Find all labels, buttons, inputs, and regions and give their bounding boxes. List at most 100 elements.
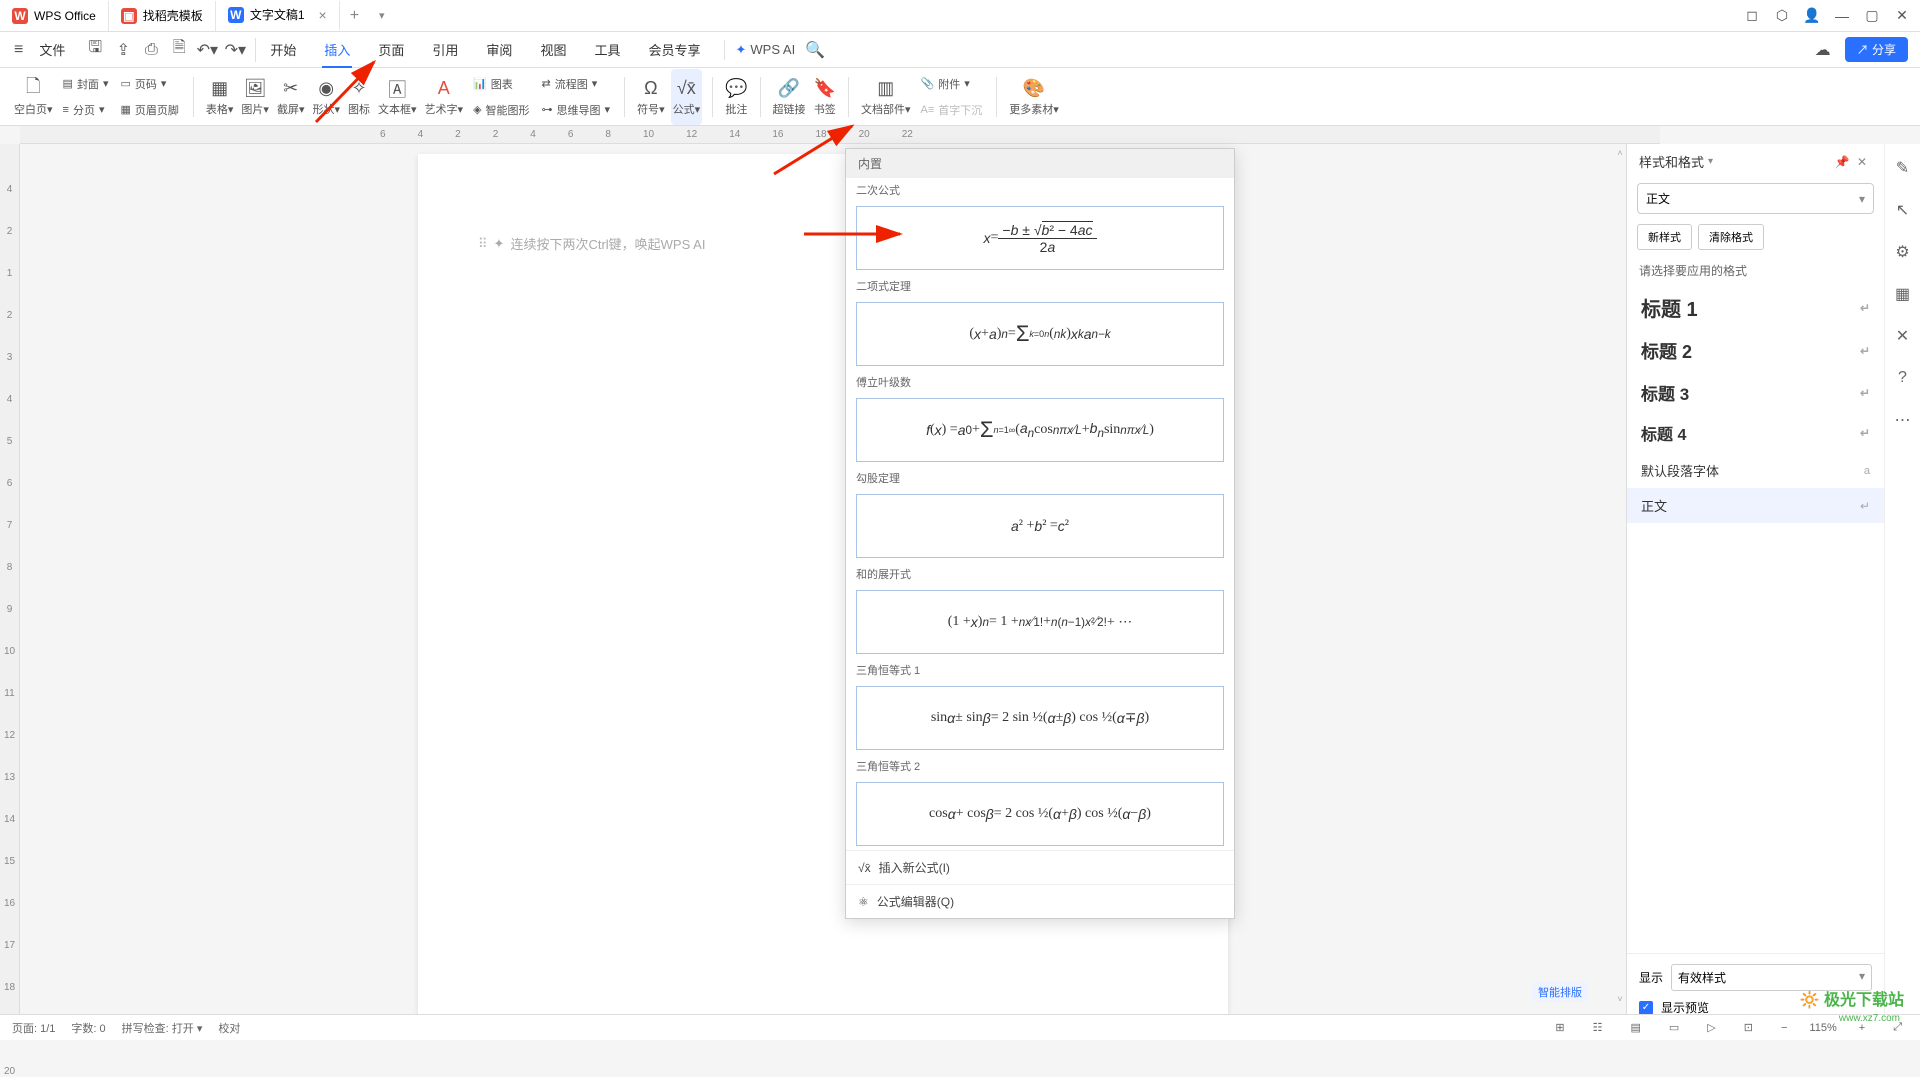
equation-preset[interactable]: (1 + x)n = 1 + nx⁄1! + n(n−1)x²⁄2! + ⋯ [856, 590, 1224, 654]
window-pin-icon[interactable]: ◻ [1738, 2, 1766, 30]
menu-reference[interactable]: 引用 [418, 32, 472, 68]
print-icon[interactable]: ⎙ [139, 38, 163, 62]
menu-insert[interactable]: 插入 [310, 32, 364, 68]
maximize-icon[interactable]: ▢ [1858, 2, 1886, 30]
print-preview-icon[interactable]: 🗎 [167, 38, 191, 62]
zoom-level[interactable]: 115% [1809, 1022, 1836, 1034]
new-tab-button[interactable]: + [340, 7, 369, 25]
tab-menu-button[interactable]: ▾ [369, 9, 395, 22]
equation-editor[interactable]: ⚛ 公式编辑器(Q) [846, 884, 1234, 918]
hamburger-icon[interactable]: ≡ [8, 41, 29, 59]
clear-format-button[interactable]: 清除格式 [1698, 224, 1764, 250]
header-footer-button[interactable]: ▦页眉页脚 [116, 98, 182, 122]
menu-tools[interactable]: 工具 [580, 32, 634, 68]
close-panel-icon[interactable]: ✕ [1852, 155, 1872, 169]
style-item[interactable]: 标题 3↵ [1627, 372, 1884, 413]
table-button[interactable]: ▦表格▾ [204, 69, 236, 125]
equation-preset[interactable]: x = −b ± √b² − 4ac2a [856, 206, 1224, 270]
view-focus-icon[interactable]: ▷ [1701, 1021, 1721, 1034]
flowchart-button[interactable]: ⇄流程图▾ [538, 72, 615, 96]
preview-checkbox[interactable]: ✓ [1639, 1001, 1653, 1015]
shape-button[interactable]: ◉形状▾ [310, 69, 342, 125]
equation-preset[interactable]: (x + a)n = Σk=0n (nk) xkan−k [856, 302, 1224, 366]
status-spellcheck[interactable]: 拼写检查: 打开 ▾ [122, 1020, 203, 1036]
wordart-button[interactable]: A艺术字▾ [423, 69, 466, 125]
cover-button[interactable]: ▤封面▾ [59, 72, 113, 96]
drag-handle-icon[interactable]: ⠿ [478, 236, 488, 252]
settings-sidebar-icon[interactable]: ⚙ [1891, 240, 1915, 264]
chevron-down-icon[interactable]: ▾ [1708, 156, 1713, 167]
equation-preset[interactable]: f(x) = a0 + Σn=1∞ (an cos nπx⁄L + bn sin… [856, 398, 1224, 462]
pagebreak-button[interactable]: ≡分页▾ [59, 98, 113, 122]
zoom-out-icon[interactable]: − [1775, 1022, 1793, 1034]
view-web-icon[interactable]: ⊞ [1549, 1021, 1570, 1034]
view-outline-icon[interactable]: ☷ [1587, 1021, 1609, 1034]
image-button[interactable]: 🖼图片▾ [239, 69, 271, 125]
scroll-up-icon[interactable]: ˄ [1615, 148, 1625, 158]
blank-page-button[interactable]: 🗋 空白页▾ [12, 69, 55, 125]
smart-layout-button[interactable]: 智能排版 [1532, 982, 1588, 1002]
save-icon[interactable]: 🖫 [83, 38, 107, 62]
hyperlink-button[interactable]: 🔗超链接 [771, 69, 808, 125]
avatar-icon[interactable]: 👤 [1798, 2, 1826, 30]
cloud-icon[interactable]: ☁ [1811, 38, 1835, 62]
export-icon[interactable]: ⇪ [111, 38, 135, 62]
equation-preset[interactable]: sin α ± sin β = 2 sin ½(α ± β) cos ½(α ∓… [856, 686, 1224, 750]
file-menu[interactable]: 文件 [29, 40, 75, 59]
equation-preset[interactable]: a² + b² = c² [856, 494, 1224, 558]
pin-icon[interactable]: 📌 [1832, 155, 1852, 169]
close-icon[interactable]: × [319, 7, 327, 23]
menu-view[interactable]: 视图 [526, 32, 580, 68]
undo-icon[interactable]: ↶▾ [195, 38, 219, 62]
scroll-down-icon[interactable]: ˅ [1615, 994, 1625, 1004]
icon-button[interactable]: ✧图标 [346, 69, 372, 125]
style-item[interactable]: 标题 4↵ [1627, 413, 1884, 453]
equation-button[interactable]: √x̄公式▾ [671, 69, 703, 125]
view-read-icon[interactable]: ▭ [1663, 1021, 1685, 1034]
insert-new-equation[interactable]: √x̄ 插入新公式(I) [846, 850, 1234, 884]
menu-start[interactable]: 开始 [256, 32, 310, 68]
style-item[interactable]: 默认段落字体a [1627, 453, 1884, 488]
doc-parts-button[interactable]: ▥文档部件▾ [859, 69, 913, 125]
status-words[interactable]: 字数: 0 [71, 1020, 105, 1036]
cube-icon[interactable]: ⬡ [1768, 2, 1796, 30]
tab-document[interactable]: W 文字文稿1 × [216, 1, 340, 31]
more-assets-button[interactable]: 🎨更多素材▾ [1007, 69, 1061, 125]
textbox-button[interactable]: 🄰文本框▾ [376, 69, 419, 125]
help-sidebar-icon[interactable]: ? [1891, 366, 1915, 390]
comment-button[interactable]: 💬批注 [723, 69, 749, 125]
menu-member[interactable]: 会员专享 [634, 32, 714, 68]
share-button[interactable]: ↗ 分享 [1845, 37, 1908, 62]
tab-templates[interactable]: ▣ 找稻壳模板 [109, 1, 216, 31]
wps-ai-button[interactable]: ✦ WPS AI [735, 42, 795, 58]
attachment-button[interactable]: 📎附件▾ [917, 72, 987, 96]
bookmark-button[interactable]: 🔖书签 [812, 69, 838, 125]
style-item[interactable]: 标题 1↵ [1627, 285, 1884, 330]
new-style-button[interactable]: 新样式 [1637, 224, 1692, 250]
layers-sidebar-icon[interactable]: ▦ [1891, 282, 1915, 306]
tools-sidebar-icon[interactable]: ✕ [1891, 324, 1915, 348]
smartart-button[interactable]: ◈智能图形 [469, 98, 533, 122]
search-icon[interactable]: 🔍 [803, 38, 827, 62]
tab-wps[interactable]: W WPS Office [0, 1, 109, 31]
mindmap-button[interactable]: ⊶思维导图▾ [538, 98, 615, 122]
fit-page-icon[interactable]: ⊡ [1738, 1021, 1759, 1034]
status-page[interactable]: 页面: 1/1 [12, 1020, 55, 1036]
style-item[interactable]: 正文↵ [1627, 488, 1884, 523]
status-proofing[interactable]: 校对 [218, 1020, 240, 1036]
style-item[interactable]: 标题 2↵ [1627, 330, 1884, 372]
menu-review[interactable]: 审阅 [472, 32, 526, 68]
close-window-icon[interactable]: ✕ [1888, 2, 1916, 30]
chart-button[interactable]: 📊图表 [469, 72, 533, 96]
select-sidebar-icon[interactable]: ↖ [1891, 198, 1915, 222]
styles-sidebar-icon[interactable]: ✎ [1891, 156, 1915, 180]
view-print-icon[interactable]: ▤ [1624, 1021, 1646, 1034]
equation-preset[interactable]: cos α + cos β = 2 cos ½(α + β) cos ½(α −… [856, 782, 1224, 846]
more-sidebar-icon[interactable]: ⋯ [1891, 408, 1915, 432]
menu-page[interactable]: 页面 [364, 32, 418, 68]
symbol-button[interactable]: Ω符号▾ [635, 69, 667, 125]
pagenum-button[interactable]: ▭页码▾ [116, 72, 182, 96]
minimize-icon[interactable]: — [1828, 2, 1856, 30]
screenshot-button[interactable]: ✂截屏▾ [275, 69, 307, 125]
current-style-select[interactable]: 正文▾ [1637, 183, 1874, 214]
